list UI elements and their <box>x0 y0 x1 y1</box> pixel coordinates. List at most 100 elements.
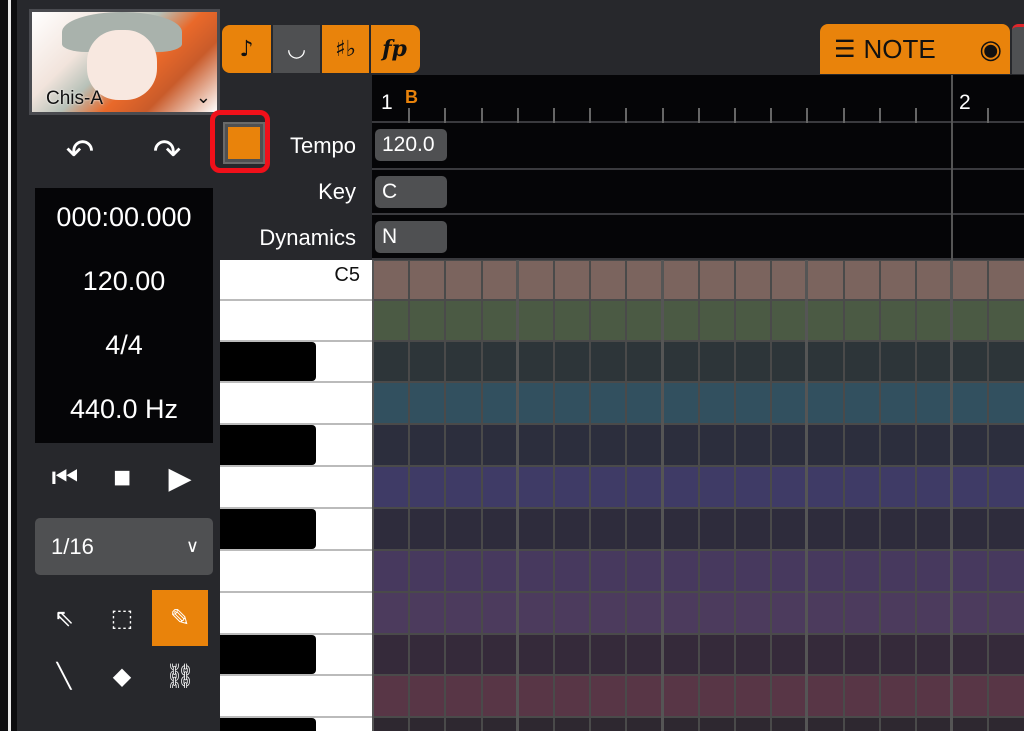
key-value[interactable]: C <box>375 176 447 208</box>
key-label: Key <box>318 178 356 204</box>
piano-keyboard[interactable]: C5 <box>220 260 372 731</box>
secondary-tab[interactable] <box>1012 24 1024 74</box>
black-key[interactable] <box>220 509 316 549</box>
ruler-tick <box>879 108 881 123</box>
undo-icon: ↶ <box>65 133 95 171</box>
window-edge <box>0 0 8 731</box>
ruler-tick <box>662 108 664 123</box>
black-key[interactable] <box>220 342 316 381</box>
ruler-tick <box>734 108 736 123</box>
drum-button[interactable]: ◡ <box>271 25 320 73</box>
stop-icon: ■ <box>112 461 132 494</box>
ruler-tick <box>951 75 953 731</box>
play-icon: ▶ <box>168 461 192 495</box>
eye-icon[interactable]: ◉ <box>979 34 1002 65</box>
ruler-tick <box>698 108 700 123</box>
tempo-label: Tempo <box>289 132 356 158</box>
sharp-flat-button[interactable]: ♯♭ <box>320 25 369 73</box>
drum-icon: ◡ <box>286 36 307 62</box>
beat-line <box>372 260 374 731</box>
ruler-tick <box>843 108 845 123</box>
redo-button[interactable]: ↷ <box>142 130 192 174</box>
subdivision-line <box>481 260 483 731</box>
key-track[interactable]: C <box>372 170 1024 215</box>
note-grid[interactable] <box>372 260 1024 731</box>
range-select-icon: ⬚ <box>110 604 134 632</box>
skip-back-icon: ⏮ <box>51 461 79 494</box>
dynamics-value[interactable]: N <box>375 221 447 253</box>
ruler-tick <box>625 108 627 123</box>
bookmark-marker[interactable]: B <box>405 87 418 108</box>
track-toolbar: ♪ ◡ ♯♭ fp <box>222 25 420 73</box>
ruler-tick <box>770 108 772 123</box>
time-signature-readout[interactable]: 4/4 <box>35 330 213 361</box>
track-label-key: Key <box>220 170 370 213</box>
subdivision-line <box>770 260 772 731</box>
metronome-icon: ♪ <box>239 36 254 62</box>
ruler-tick <box>806 108 808 123</box>
measure-1-label: 1 <box>381 91 393 114</box>
subdivision-line <box>698 260 700 731</box>
note-tab-label: NOTE <box>863 33 936 64</box>
dynamics-track[interactable]: N <box>372 215 1024 260</box>
ruler-tick <box>408 108 410 123</box>
pencil-icon: ✎ <box>169 604 191 632</box>
play-button[interactable]: ▶ <box>155 460 205 496</box>
time-readout: 000:00.000 <box>56 202 192 232</box>
tempo-readout[interactable]: 120.00 <box>35 266 213 297</box>
ruler-tick <box>444 108 446 123</box>
eraser-icon: ◆ <box>112 662 132 690</box>
eraser-tool[interactable]: ◆ <box>94 648 150 704</box>
subdivision-line <box>553 260 555 731</box>
measure-2-label: 2 <box>959 91 971 114</box>
subdivision-line <box>843 260 845 731</box>
pencil-tool[interactable]: ✎ <box>152 590 208 646</box>
link-tool[interactable]: ⛓ <box>152 648 208 704</box>
sharp-flat-icon: ♯♭ <box>334 36 357 62</box>
range-select-tool[interactable]: ⬚ <box>94 590 150 646</box>
ruler-tick <box>987 108 989 123</box>
subdivision-line <box>987 260 989 731</box>
tempo-value[interactable]: 120.0 <box>375 129 447 161</box>
chevron-down-icon[interactable]: ⌄ <box>196 87 211 108</box>
dynamics-button[interactable]: fp <box>369 25 418 73</box>
ruler-tick <box>589 108 591 123</box>
key-divider <box>220 465 372 467</box>
line-tool[interactable]: ╲ <box>36 648 92 704</box>
redo-icon: ↷ <box>152 133 182 171</box>
key-divider <box>220 299 372 301</box>
beat-line <box>805 260 808 731</box>
metronome-button[interactable]: ♪ <box>222 25 271 73</box>
rewind-button[interactable]: ⏮ <box>40 460 90 496</box>
link-icon: ⛓ <box>164 662 196 690</box>
undo-button[interactable]: ↶ <box>55 130 105 174</box>
tempo-track[interactable]: 120.0 <box>372 123 1024 170</box>
black-key[interactable] <box>220 718 316 731</box>
line-icon: ╲ <box>56 662 72 690</box>
ruler-tick <box>517 108 519 123</box>
singer-name: Chis-A <box>46 88 104 109</box>
subdivision-line <box>589 260 591 731</box>
window-edge <box>11 0 17 731</box>
c5-label: C5 <box>334 264 360 286</box>
stop-button[interactable]: ■ <box>97 460 147 496</box>
black-key[interactable] <box>220 635 316 674</box>
singer-selector[interactable]: Chis-A ⌄ <box>29 9 220 115</box>
tempo-toggle-button[interactable] <box>223 122 265 164</box>
dynamics-icon: fp <box>382 36 407 62</box>
black-key[interactable] <box>220 425 316 465</box>
snap-select[interactable]: 1/16 ∨ <box>35 518 213 575</box>
orange-square-icon <box>228 127 260 159</box>
arrow-tool[interactable]: ⇖ <box>36 590 92 646</box>
ruler-tick <box>553 108 555 123</box>
subdivision-line <box>625 260 627 731</box>
subdivision-line <box>879 260 881 731</box>
pitch-readout[interactable]: 440.0 Hz <box>35 394 213 425</box>
chevron-down-icon: ∨ <box>185 536 199 556</box>
subdivision-line <box>408 260 410 731</box>
subdivision-line <box>734 260 736 731</box>
snap-value: 1/16 <box>51 533 94 559</box>
subdivision-line <box>444 260 446 731</box>
note-tab[interactable]: ☰ NOTE ◉ <box>820 24 1010 74</box>
track-label-dynamics: Dynamics <box>220 215 370 260</box>
